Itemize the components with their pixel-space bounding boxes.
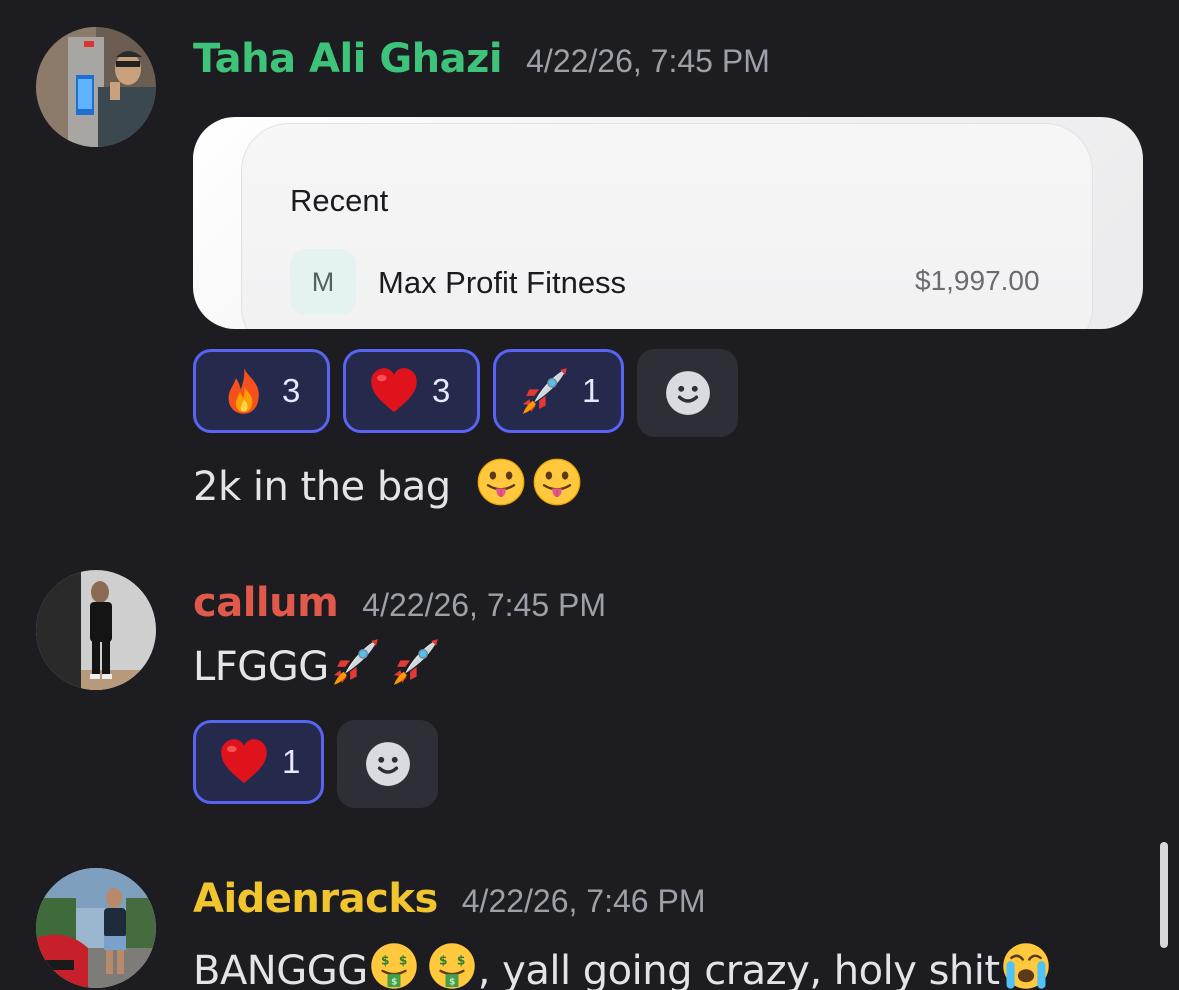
username[interactable]: callum [193,580,339,626]
red-heart-emoji-icon [368,365,420,417]
reaction-count: 1 [582,372,601,409]
avatar[interactable] [36,27,156,147]
message-feed: Taha Ali Ghazi 4/22/26, 7:45 PM Recent M… [0,0,1179,990]
embedded-screenshot[interactable]: Recent M Max Profit Fitness $1,997.00 [193,117,1143,329]
reaction-count: 1 [282,743,301,780]
rocket-emoji-icon [518,365,570,417]
fire-emoji-icon [218,365,270,417]
timestamp: 4/22/26, 7:45 PM [362,587,606,623]
username[interactable]: Taha Ali Ghazi [193,36,503,82]
add-reaction-button[interactable] [637,349,738,437]
reaction-heart[interactable]: 1 [193,720,324,804]
message-body: 2k in the bag [193,464,451,510]
message-body-part2: , yall going crazy, holy shit [477,948,1000,990]
reaction-rocket[interactable]: 1 [493,349,624,433]
money-mouth-face-icon [368,940,420,990]
message-text: 2k in the bag [193,456,583,510]
loudly-crying-face-icon [1000,940,1052,990]
rocket-icon [389,636,441,688]
red-heart-emoji-icon [218,736,270,788]
reaction-fire[interactable]: 3 [193,349,330,433]
merchant-initial-badge: M [290,249,356,315]
avatar[interactable] [36,570,156,690]
reaction-bar: 1 [193,720,438,808]
avatar-image [36,868,156,988]
reaction-bar: 3 3 1 [193,349,738,437]
message-text: BANGGG , yall going crazy, holy shit [193,940,1052,990]
recent-heading: Recent [290,183,389,218]
smiley-add-reaction-icon [361,737,415,791]
avatar-image [36,570,156,690]
scrollbar[interactable] [1160,842,1168,948]
avatar[interactable] [36,868,156,988]
message-text: LFGGG [193,636,441,690]
timestamp: 4/22/26, 7:46 PM [461,883,706,919]
transaction-amount: $1,997.00 [915,265,1040,296]
merchant-name: Max Profit Fitness [378,265,627,300]
rocket-icon [329,636,381,688]
face-with-tongue-icon [475,456,527,508]
reaction-count: 3 [282,372,301,409]
add-reaction-button[interactable] [337,720,438,808]
message-body-part1: BANGGG [193,948,368,990]
message-body: LFGGG [193,644,329,690]
reaction-heart[interactable]: 3 [343,349,480,433]
avatar-image [36,27,156,147]
timestamp: 4/22/26, 7:45 PM [526,43,770,79]
face-with-tongue-icon [531,456,583,508]
embed-panel: Recent M Max Profit Fitness $1,997.00 [241,123,1093,329]
reaction-count: 3 [432,372,451,409]
username[interactable]: Aidenracks [193,876,438,922]
smiley-add-reaction-icon [661,366,715,420]
money-mouth-face-icon [426,940,478,990]
